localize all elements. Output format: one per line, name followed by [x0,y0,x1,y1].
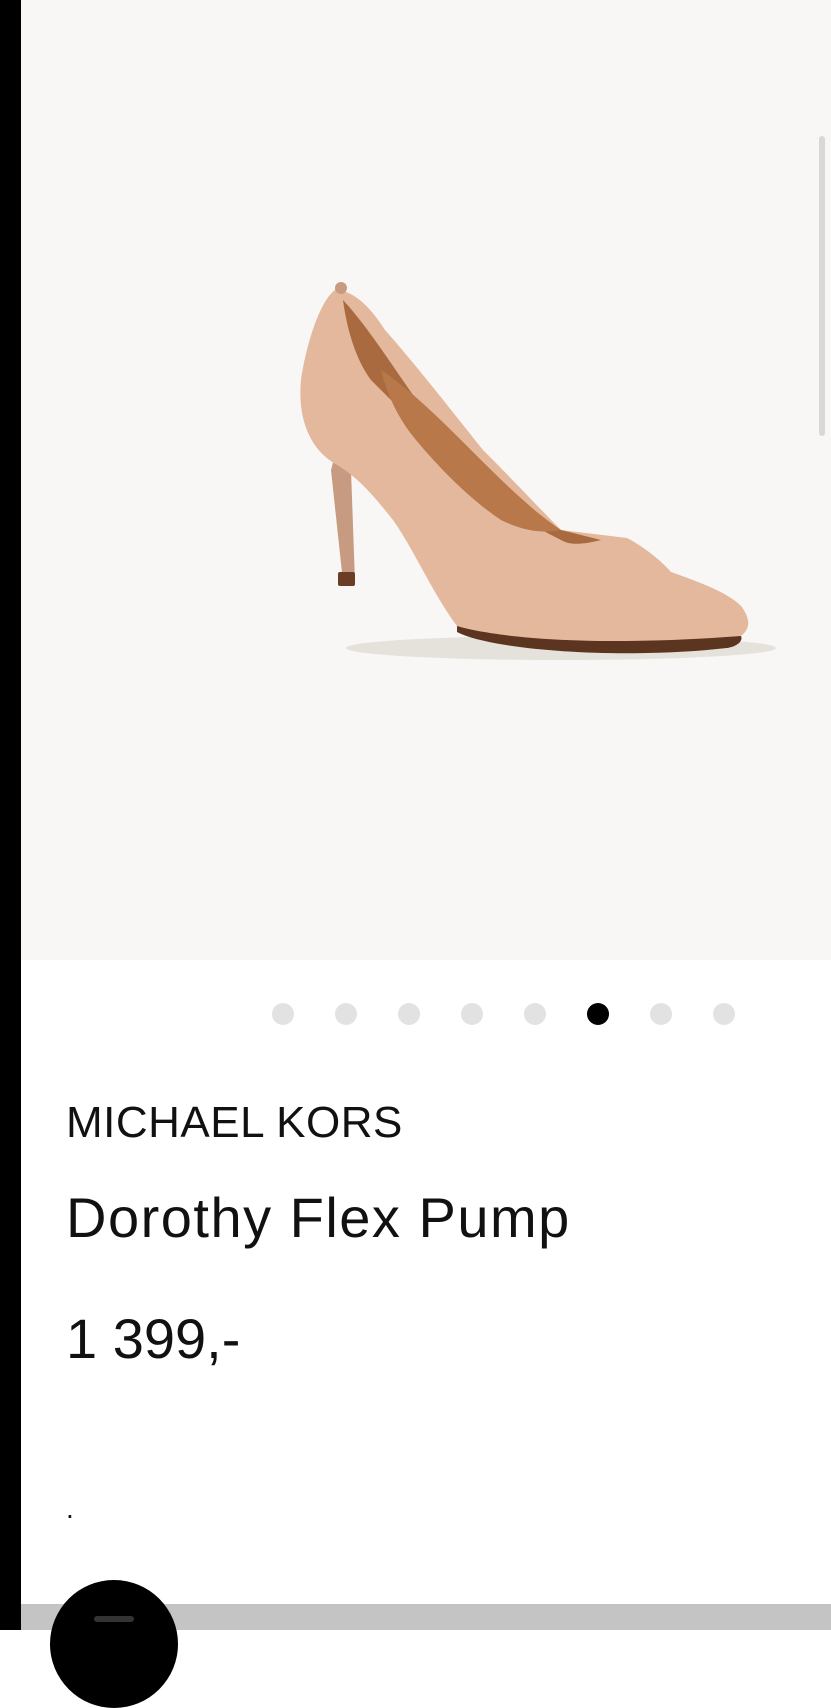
image-scroll-indicator [819,136,825,436]
carousel-dot-6[interactable] [587,1003,609,1025]
product-price: 1 399,- [66,1307,241,1370]
product-name: Dorothy Flex Pump [66,1186,571,1249]
product-image-carousel[interactable] [21,0,831,960]
menu-icon [94,1616,134,1622]
carousel-dot-5[interactable] [524,1003,546,1025]
floating-action-button[interactable] [50,1580,178,1708]
product-brand: MICHAEL KORS [66,1098,403,1147]
carousel-dot-4[interactable] [461,1003,483,1025]
carousel-dot-7[interactable] [650,1003,672,1025]
carousel-dot-3[interactable] [398,1003,420,1025]
carousel-dot-2[interactable] [335,1003,357,1025]
left-edge-bar [0,0,21,1630]
product-image [300,282,776,660]
product-note: . [66,1493,74,1524]
carousel-dot-8[interactable] [713,1003,735,1025]
carousel-dot-1[interactable] [272,1003,294,1025]
